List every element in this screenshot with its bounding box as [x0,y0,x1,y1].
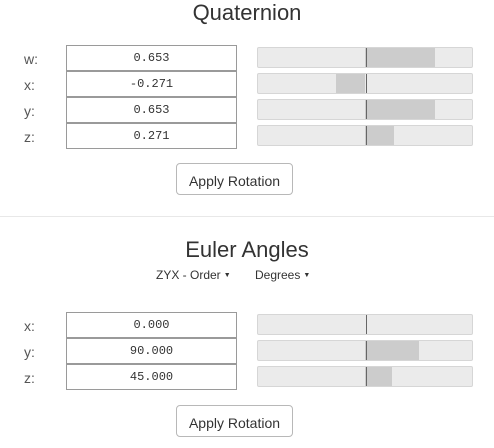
euler-z-slider[interactable] [257,366,473,387]
quaternion-title: Quaternion [192,0,302,25]
euler-x-slider[interactable] [257,314,473,335]
euler-apply-rotation-button[interactable]: Apply Rotation [176,405,293,437]
euler-y-input[interactable] [66,338,237,364]
euler-z-slider-fill [365,367,392,386]
quaternion-row-y: y: [0,97,494,123]
euler-z-label: z: [24,370,35,386]
euler-y-slider-fill [365,341,419,360]
unit-dropdown-label: Degrees [255,268,301,282]
order-dropdown[interactable]: ZYX - Order ▼ [156,268,231,283]
quaternion-w-slider-handle[interactable] [366,48,367,67]
quaternion-x-slider[interactable] [257,73,473,94]
quaternion-y-slider-fill [365,100,435,119]
euler-x-slider-handle[interactable] [366,315,367,334]
euler-y-slider-handle[interactable] [366,341,367,360]
chevron-down-icon: ▼ [303,272,311,279]
quaternion-z-slider-fill [365,126,394,145]
euler-title: Euler Angles [185,237,309,262]
quaternion-w-input[interactable] [66,45,237,71]
euler-z-input[interactable] [66,364,237,390]
quaternion-row-w: w: [0,45,494,71]
quaternion-z-label: z: [24,129,35,145]
euler-x-input[interactable] [66,312,237,338]
euler-z-slider-handle[interactable] [366,367,367,386]
chevron-down-icon: ▼ [223,272,231,279]
quaternion-z-slider[interactable] [257,125,473,146]
order-dropdown-label: ZYX - Order [156,268,221,282]
quaternion-apply-rotation-button[interactable]: Apply Rotation [176,163,293,195]
euler-y-slider[interactable] [257,340,473,361]
euler-row-x: x: [0,312,494,338]
quaternion-y-slider[interactable] [257,99,473,120]
euler-x-label: x: [24,318,35,334]
quaternion-w-slider[interactable] [257,47,473,68]
quaternion-y-label: y: [24,103,35,119]
euler-row-z: z: [0,364,494,390]
quaternion-y-slider-handle[interactable] [366,100,367,119]
euler-y-label: y: [24,344,35,360]
quaternion-row-x: x: [0,71,494,97]
quaternion-y-input[interactable] [66,97,237,123]
section-divider [0,216,494,217]
euler-row-y: y: [0,338,494,364]
quaternion-x-input[interactable] [66,71,237,97]
quaternion-w-label: w: [24,51,38,67]
quaternion-x-slider-handle[interactable] [366,74,367,93]
quaternion-w-slider-fill [365,48,435,67]
quaternion-z-slider-handle[interactable] [366,126,367,145]
quaternion-z-input[interactable] [66,123,237,149]
quaternion-row-z: z: [0,123,494,149]
quaternion-x-label: x: [24,77,35,93]
unit-dropdown[interactable]: Degrees ▼ [255,268,310,283]
quaternion-x-slider-fill [336,74,365,93]
